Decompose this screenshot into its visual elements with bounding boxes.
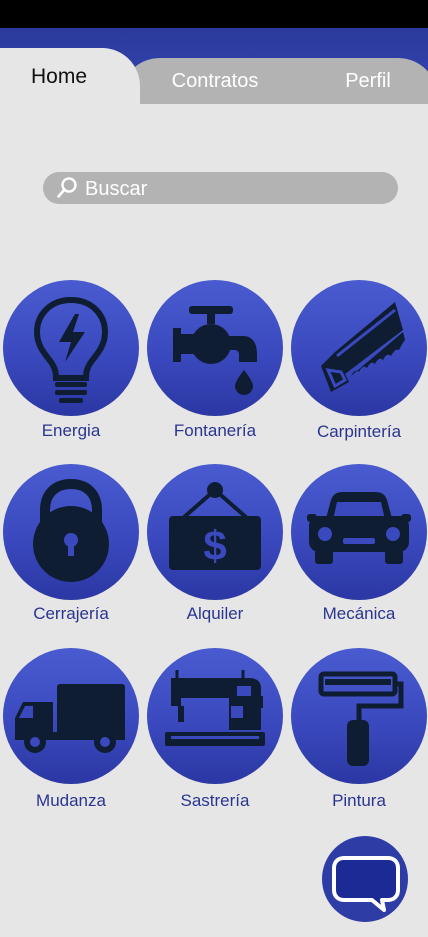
chat-button[interactable] [322, 836, 408, 922]
category-mudanza[interactable]: Mudanza [1, 648, 141, 818]
svg-text:$: $ [203, 522, 226, 569]
category-label: Cerrajería [33, 604, 109, 623]
category-label: Pintura [332, 791, 386, 810]
truck-icon [15, 684, 125, 753]
category-circle [3, 280, 139, 416]
category-alquiler[interactable]: $ Alquiler [145, 464, 285, 634]
tab-contratos[interactable]: Contratos [160, 70, 270, 93]
category-label: Energia [41, 421, 101, 440]
category-label: Sastrería [180, 791, 250, 810]
category-circle [3, 464, 139, 600]
category-circle [291, 648, 427, 784]
category-fontaneria[interactable]: Fontanería [145, 280, 285, 450]
category-mecanica[interactable]: Mecánica [289, 464, 428, 634]
status-bar [0, 0, 428, 28]
car-icon [307, 492, 411, 564]
category-label: Alquiler [186, 604, 244, 623]
tab-home-label: Home [31, 65, 88, 88]
category-pintura[interactable]: Pintura [289, 648, 428, 818]
category-circle [147, 648, 283, 784]
category-energia[interactable]: Energia [1, 280, 141, 450]
category-label: Fontanería [173, 421, 257, 440]
tab-home[interactable]: Home [0, 48, 140, 108]
category-circle: $ [147, 464, 283, 600]
category-label: Mudanza [36, 791, 106, 810]
category-cerrajeria[interactable]: Cerrajería [1, 464, 141, 634]
category-circle [3, 648, 139, 784]
lightbulb-icon [33, 296, 109, 403]
category-label: Carpintería [316, 422, 402, 441]
saw-icon [321, 302, 405, 392]
category-circle [147, 280, 283, 416]
search-icon [57, 177, 77, 198]
faucet-icon [173, 306, 257, 395]
rent-sign-icon: $ [169, 482, 261, 570]
tab-perfil[interactable]: Perfil [336, 70, 400, 93]
paint-roller-icon [318, 671, 404, 766]
category-sastreria[interactable]: Sastrería [145, 648, 285, 818]
category-circle [291, 464, 427, 600]
category-carpinteria[interactable]: Carpintería [289, 280, 428, 450]
search-bar[interactable] [43, 172, 398, 204]
padlock-icon [33, 478, 109, 582]
category-label: Mecánica [322, 604, 396, 623]
sewing-machine-icon [165, 670, 265, 746]
category-circle [291, 280, 427, 416]
search-input[interactable] [83, 175, 387, 203]
chat-bubble-icon [332, 856, 400, 912]
